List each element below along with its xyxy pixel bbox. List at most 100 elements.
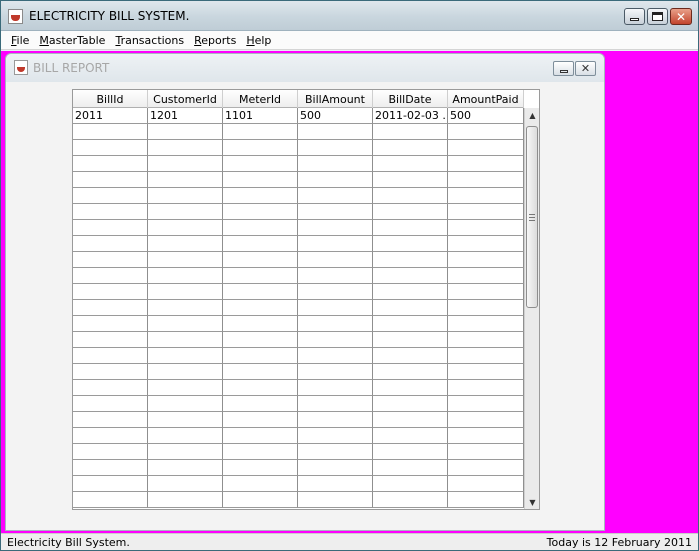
window-titlebar[interactable]: ELECTRICITY BILL SYSTEM. ✕ (1, 1, 698, 31)
table-cell[interactable] (148, 412, 223, 428)
table-cell[interactable] (298, 412, 373, 428)
table-body[interactable]: 2011 1201 1101 500 2011-02-03 ... 500 (73, 108, 524, 509)
table-cell[interactable] (148, 492, 223, 508)
table-cell[interactable] (373, 412, 448, 428)
column-header-amountpaid[interactable]: AmountPaid (448, 90, 524, 108)
table-cell[interactable] (448, 396, 524, 412)
table-cell[interactable] (223, 476, 298, 492)
table-cell[interactable] (148, 268, 223, 284)
table-cell[interactable] (448, 332, 524, 348)
table-row[interactable] (73, 492, 524, 508)
menu-transactions[interactable]: Transactions (110, 34, 189, 47)
table-row[interactable] (73, 300, 524, 316)
table-cell[interactable] (73, 268, 148, 284)
scrollbar-thumb[interactable] (526, 126, 538, 308)
table-cell[interactable] (298, 300, 373, 316)
table-cell[interactable] (448, 252, 524, 268)
menu-reports[interactable]: Reports (189, 34, 241, 47)
table-cell[interactable] (298, 156, 373, 172)
table-cell[interactable] (148, 124, 223, 140)
table-row[interactable] (73, 140, 524, 156)
table-cell[interactable] (73, 428, 148, 444)
table-cell[interactable] (373, 316, 448, 332)
table-cell[interactable] (223, 460, 298, 476)
table-cell[interactable] (73, 204, 148, 220)
frame-minimize-button[interactable] (553, 61, 574, 76)
table-cell[interactable] (373, 140, 448, 156)
table-cell[interactable] (448, 124, 524, 140)
table-row[interactable] (73, 412, 524, 428)
bill-report-titlebar[interactable]: BILL REPORT ✕ (6, 54, 604, 82)
menu-help[interactable]: Help (241, 34, 276, 47)
table-cell[interactable] (223, 444, 298, 460)
table-cell[interactable] (448, 492, 524, 508)
table-cell[interactable] (148, 252, 223, 268)
table-cell[interactable] (448, 348, 524, 364)
table-cell[interactable] (298, 252, 373, 268)
table-row[interactable] (73, 220, 524, 236)
table-cell[interactable] (223, 156, 298, 172)
table-cell[interactable] (73, 396, 148, 412)
table-row[interactable] (73, 268, 524, 284)
table-cell[interactable] (448, 460, 524, 476)
table-cell[interactable] (298, 140, 373, 156)
table-cell[interactable] (223, 252, 298, 268)
table-row[interactable] (73, 396, 524, 412)
table-row[interactable] (73, 124, 524, 140)
column-header-billamount[interactable]: BillAmount (298, 90, 373, 108)
table-cell[interactable] (448, 476, 524, 492)
frame-close-button[interactable]: ✕ (575, 61, 596, 76)
table-cell[interactable] (373, 332, 448, 348)
table-row[interactable] (73, 236, 524, 252)
table-cell[interactable] (298, 204, 373, 220)
table-cell[interactable] (373, 124, 448, 140)
table-row[interactable] (73, 364, 524, 380)
table-cell[interactable] (148, 172, 223, 188)
table-cell[interactable] (73, 364, 148, 380)
table-cell[interactable] (223, 284, 298, 300)
table-cell[interactable] (373, 428, 448, 444)
table-cell[interactable] (223, 268, 298, 284)
table-cell[interactable]: 1201 (148, 108, 223, 124)
table-row[interactable] (73, 172, 524, 188)
table-cell[interactable] (223, 492, 298, 508)
table-cell[interactable] (73, 188, 148, 204)
table-cell[interactable] (298, 124, 373, 140)
table-cell[interactable] (448, 172, 524, 188)
table-cell[interactable] (298, 284, 373, 300)
table-row[interactable] (73, 156, 524, 172)
table-cell[interactable] (373, 268, 448, 284)
column-header-meterid[interactable]: MeterId (223, 90, 298, 108)
table-cell[interactable] (448, 220, 524, 236)
table-cell[interactable] (223, 428, 298, 444)
table-cell[interactable] (373, 460, 448, 476)
table-cell[interactable] (373, 172, 448, 188)
table-cell[interactable] (223, 124, 298, 140)
table-cell[interactable] (223, 364, 298, 380)
table-cell[interactable] (448, 300, 524, 316)
table-cell[interactable] (73, 252, 148, 268)
table-cell[interactable] (223, 348, 298, 364)
table-cell[interactable] (373, 492, 448, 508)
table-cell[interactable] (148, 156, 223, 172)
table-cell[interactable] (73, 156, 148, 172)
table-cell[interactable] (223, 300, 298, 316)
table-row[interactable]: 2011 1201 1101 500 2011-02-03 ... 500 (73, 108, 524, 124)
table-row[interactable] (73, 204, 524, 220)
table-cell[interactable]: 500 (448, 108, 524, 124)
table-cell[interactable] (298, 444, 373, 460)
table-cell[interactable] (448, 412, 524, 428)
table-cell[interactable] (73, 348, 148, 364)
table-cell[interactable] (373, 364, 448, 380)
table-cell[interactable] (223, 380, 298, 396)
table-cell[interactable] (448, 316, 524, 332)
table-cell[interactable] (298, 332, 373, 348)
table-cell[interactable]: 2011-02-03 ... (373, 108, 448, 124)
table-cell[interactable] (223, 412, 298, 428)
table-cell[interactable] (148, 188, 223, 204)
java-coffee-cup-icon[interactable] (8, 9, 23, 24)
table-cell[interactable] (73, 300, 148, 316)
menu-mastertable[interactable]: MasterTable (34, 34, 110, 47)
table-cell[interactable] (373, 156, 448, 172)
table-cell[interactable] (223, 172, 298, 188)
